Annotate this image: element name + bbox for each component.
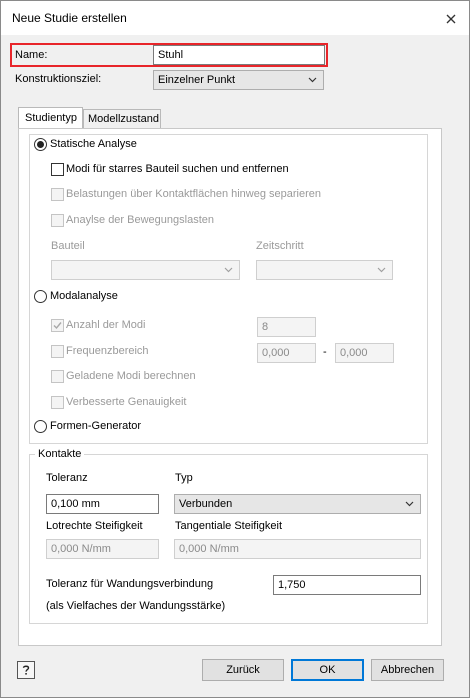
title-bar: Neue Studie erstellen <box>1 1 469 35</box>
part-label: Bauteil <box>51 240 85 252</box>
frequency-range-checkbox[interactable] <box>51 345 64 358</box>
modes-count-checkbox[interactable] <box>51 319 64 332</box>
contact-type-label: Typ <box>175 472 193 484</box>
help-button[interactable] <box>17 661 35 679</box>
normal-stiffness-input[interactable]: 0,000 N/mm <box>46 539 159 559</box>
close-button[interactable] <box>442 10 460 28</box>
tolerance-input[interactable]: 0,100 mm <box>46 494 159 514</box>
tolerance-label: Toleranz <box>46 472 88 484</box>
goal-select[interactable]: Einzelner Punkt <box>153 70 324 90</box>
normal-stiffness-label: Lotrechte Steifigkeit <box>46 520 143 532</box>
rigid-modes-label: Modi für starres Bauteil suchen und entf… <box>66 163 289 175</box>
time-step-select[interactable] <box>256 260 393 280</box>
dialog-window: Neue Studie erstellen Name: Stuhl Konstr… <box>0 0 470 698</box>
shell-tolerance-label: Toleranz für Wandungsverbindung <box>46 578 214 590</box>
checkmark-icon <box>53 322 62 330</box>
cancel-button[interactable]: Abbrechen <box>371 659 444 681</box>
static-analysis-label: Statische Analyse <box>50 138 137 150</box>
contact-type-select[interactable]: Verbunden <box>174 494 421 514</box>
modal-analysis-label: Modalanalyse <box>50 290 118 302</box>
name-input[interactable]: Stuhl <box>153 45 325 65</box>
shell-tolerance-note: (als Vielfaches der Wandungsstärke) <box>46 600 226 612</box>
motion-loads-checkbox[interactable] <box>51 214 64 227</box>
static-analysis-radio[interactable] <box>34 138 47 151</box>
chevron-down-icon <box>405 501 414 507</box>
frequency-separator: - <box>323 346 327 358</box>
help-icon <box>22 665 30 675</box>
back-button[interactable]: Zurück <box>202 659 284 681</box>
rigid-modes-checkbox[interactable] <box>51 163 64 176</box>
chevron-down-icon <box>224 267 233 273</box>
name-label: Name: <box>15 49 48 61</box>
contacts-group-title: Kontakte <box>35 448 85 460</box>
modal-analysis-radio[interactable] <box>34 290 47 303</box>
time-step-label: Zeitschritt <box>256 240 304 252</box>
loaded-modes-label: Geladene Modi berechnen <box>66 370 196 382</box>
tab-studientyp[interactable]: Studientyp <box>18 107 83 129</box>
modes-count-label: Anzahl der Modi <box>66 319 146 331</box>
close-icon <box>446 14 456 24</box>
goal-label: Konstruktionsziel: <box>15 73 102 85</box>
window-title: Neue Studie erstellen <box>12 11 127 25</box>
motion-loads-label: Anaylse der Bewegungslasten <box>66 214 214 226</box>
frequency-from-input[interactable]: 0,000 <box>257 343 316 363</box>
frequency-range-label: Frequenzbereich <box>66 345 149 357</box>
modes-count-input[interactable]: 8 <box>257 317 316 337</box>
ok-button[interactable]: OK <box>291 659 364 681</box>
tangential-stiffness-input[interactable]: 0,000 N/mm <box>174 539 421 559</box>
separate-loads-checkbox[interactable] <box>51 188 64 201</box>
separate-loads-label: Belastungen über Kontaktflächen hinweg s… <box>66 188 322 200</box>
tab-modellzustand[interactable]: Modellzustand <box>83 109 161 129</box>
chevron-down-icon <box>308 77 317 83</box>
chevron-down-icon <box>377 267 386 273</box>
tangential-stiffness-label: Tangentiale Steifigkeit <box>175 520 283 532</box>
shape-generator-radio[interactable] <box>34 420 47 433</box>
improved-accuracy-label: Verbesserte Genauigkeit <box>66 396 187 408</box>
part-select[interactable] <box>51 260 240 280</box>
frequency-to-input[interactable]: 0,000 <box>335 343 394 363</box>
shape-generator-label: Formen-Generator <box>50 420 142 432</box>
loaded-modes-checkbox[interactable] <box>51 370 64 383</box>
improved-accuracy-checkbox[interactable] <box>51 396 64 409</box>
shell-tolerance-input[interactable]: 1,750 <box>273 575 421 595</box>
